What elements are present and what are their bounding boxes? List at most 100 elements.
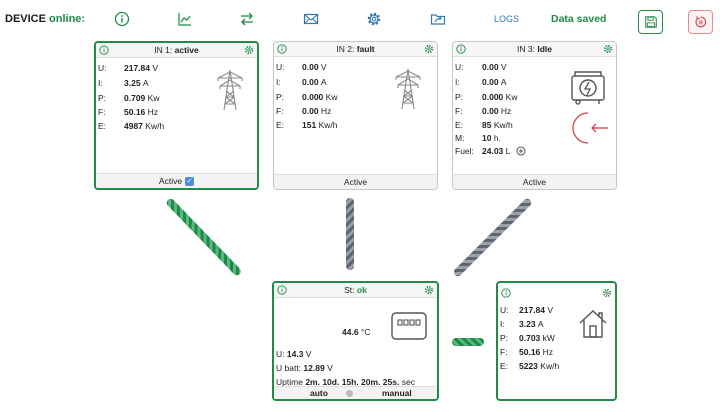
gear-icon[interactable]: [603, 44, 613, 54]
row-value: 5223 Kw/h: [519, 361, 560, 371]
row-value: 85 Kw/h: [482, 120, 513, 130]
input-card-1: IN 1: active U: 217.84 V I: 3.25 A P: 0.709…: [94, 41, 259, 190]
mode-manual[interactable]: manual: [382, 387, 412, 399]
active-checkbox[interactable]: ✓: [185, 177, 195, 187]
row-key: F:: [455, 106, 463, 116]
add-fuel-icon[interactable]: [516, 146, 526, 156]
connector-in2: [346, 198, 354, 270]
row-value: 3.23 A: [519, 319, 544, 329]
card-title-state: active: [174, 45, 199, 55]
top-bar: DEVICE online: LOGS Data saved R: [0, 0, 720, 38]
card-title-prefix: IN 3:: [517, 44, 535, 54]
save-icon: [644, 16, 657, 28]
row-value: 10 h.: [482, 133, 501, 143]
connector-in3: [452, 197, 533, 278]
info-icon[interactable]: [501, 288, 511, 298]
row-key: P:: [500, 333, 509, 343]
gear-icon[interactable]: [244, 45, 254, 55]
row-key: I:: [500, 319, 505, 329]
row-key: Fuel:: [455, 146, 474, 156]
card-title-state: Idle: [537, 44, 552, 54]
station-voltage: U: 14.3 V: [276, 349, 312, 359]
mode-toggle[interactable]: [346, 390, 353, 397]
row-value: 50.16 Hz: [519, 347, 554, 357]
info-icon[interactable]: [277, 44, 287, 54]
input-card-3: IN 3: Idle U: 0.00 V I: 0.00 A P: 0.000 Kw …: [452, 41, 617, 190]
mail-icon[interactable]: [303, 11, 319, 27]
info-icon[interactable]: [456, 44, 466, 54]
row-key: I:: [455, 77, 460, 87]
active-label: Active: [158, 176, 183, 186]
input-card-2: IN 2: fault U: 0.00 V I: 0.00 A P: 0.000 Kw…: [273, 41, 438, 190]
generator-start-icon[interactable]: [570, 110, 610, 146]
row-key: U:: [276, 62, 285, 72]
station-title-prefix: St:: [344, 285, 355, 295]
data-saved-status: Data saved: [551, 13, 607, 25]
card-title-prefix: IN 2:: [336, 44, 355, 54]
connector-output: [452, 338, 484, 346]
power-tower-icon: [217, 69, 243, 111]
row-key: I:: [276, 77, 281, 87]
active-label[interactable]: Active: [523, 177, 546, 187]
house-icon: [579, 310, 607, 338]
reset-icon: R: [694, 16, 706, 28]
row-value: 24.03 L: [482, 146, 511, 156]
row-value: 0.00 V: [482, 62, 507, 72]
row-key: E:: [98, 121, 107, 131]
row-key: E:: [500, 361, 509, 371]
gear-icon[interactable]: [424, 44, 434, 54]
info-icon[interactable]: [99, 45, 109, 55]
card-title-state: fault: [356, 44, 375, 54]
swap-icon[interactable]: [239, 11, 255, 27]
row-key: M:: [455, 133, 465, 143]
info-icon[interactable]: [277, 285, 287, 295]
row-key: F:: [98, 107, 106, 117]
logs-link[interactable]: LOGS: [494, 14, 519, 24]
gear-icon[interactable]: [424, 285, 434, 295]
generator-icon: [571, 71, 605, 105]
row-value: 0.00 Hz: [302, 106, 332, 116]
card-header: IN 1: active: [96, 43, 257, 58]
svg-text:R: R: [699, 21, 703, 27]
card-header: IN 2: fault: [274, 42, 437, 57]
row-key: P:: [455, 92, 464, 102]
gear-icon[interactable]: [602, 288, 612, 298]
card-header: IN 3: Idle: [453, 42, 616, 57]
card-title-prefix: IN 1:: [154, 45, 173, 55]
folder-share-icon[interactable]: [430, 11, 446, 27]
card-footer: Active: [453, 174, 616, 189]
connector-in1: [165, 197, 243, 277]
row-value: 151 Kw/h: [302, 120, 338, 130]
gear-icon[interactable]: [366, 11, 382, 27]
power-tower-icon: [395, 68, 421, 110]
row-value: 4987 Kw/h: [124, 121, 165, 131]
row-key: E:: [276, 120, 285, 130]
device-online: online:: [49, 13, 86, 25]
row-value: 3.25 A: [124, 78, 149, 88]
row-key: P:: [276, 92, 285, 102]
row-key: U:: [455, 62, 464, 72]
row-value: 0.000 Kw: [482, 92, 518, 102]
station-card: St: ok 44.6 °C U: 14.3 V U batt: 12.89 V…: [272, 281, 439, 401]
controller-icon: [391, 312, 427, 340]
reset-button[interactable]: R: [688, 10, 713, 34]
row-value: 0.000 Kw: [302, 92, 338, 102]
row-value: 0.00 A: [482, 77, 507, 87]
row-key: F:: [500, 347, 508, 357]
info-icon[interactable]: [114, 11, 130, 27]
mode-auto[interactable]: auto: [310, 387, 328, 399]
row-key: I:: [98, 78, 103, 88]
row-key: U:: [500, 305, 509, 315]
row-value: 217.84 V: [519, 305, 554, 315]
device-status: DEVICE online:: [5, 13, 85, 25]
active-label[interactable]: Active: [344, 177, 367, 187]
output-card: U: 217.84 V I: 3.23 A P: 0.703 kW F: 50.16 H…: [496, 281, 617, 401]
row-value: 50.16 Hz: [124, 107, 159, 117]
save-button[interactable]: [638, 10, 663, 34]
row-value: 217.84 V: [124, 63, 159, 73]
device-label: DEVICE: [5, 13, 46, 25]
chart-icon[interactable]: [177, 11, 193, 27]
card-footer: Active ✓: [96, 173, 257, 188]
row-value: 0.00 V: [302, 62, 327, 72]
row-value: 0.709 Kw: [124, 93, 160, 103]
